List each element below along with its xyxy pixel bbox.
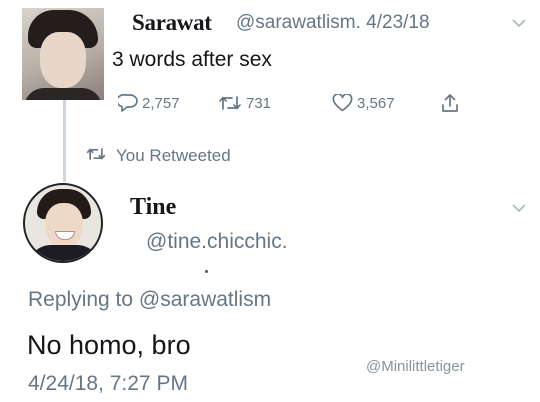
thread-connector-line [63, 100, 66, 182]
tweet1-author-name[interactable]: Sarawat [132, 10, 212, 36]
tweet1-date[interactable]: 4/23/18 [366, 12, 429, 33]
replying-to-line: Replying to @sarawatlism [28, 288, 271, 312]
reply-button[interactable]: 2,757 [118, 92, 180, 114]
replying-prefix: Replying to [28, 288, 134, 311]
retweet-notice-label: You Retweeted [116, 146, 231, 165]
retweet-icon [86, 146, 116, 166]
sarawat-avatar[interactable] [22, 8, 104, 100]
tweet2-handle[interactable]: @tine.chicchic. [146, 230, 288, 254]
retweet-notice: You Retweeted [86, 146, 231, 166]
retweet-count: 731 [246, 94, 272, 112]
like-count: 3,567 [357, 94, 395, 112]
reply-icon [118, 94, 142, 112]
retweet-icon [218, 95, 246, 111]
share-icon [440, 93, 464, 113]
tweet2-text: No homo, bro [27, 330, 191, 360]
tine-avatar[interactable] [23, 183, 103, 263]
tweet2-timestamp[interactable]: 4/24/18, 7:27 PM [28, 372, 188, 396]
tweet2-author-name[interactable]: Tine [130, 194, 176, 221]
reply-count: 2,757 [142, 94, 180, 112]
tweet1-menu-chevron-icon[interactable] [512, 15, 526, 31]
heart-icon [332, 94, 357, 112]
share-button[interactable] [440, 92, 464, 114]
speck-dot [205, 270, 208, 273]
watermark: @Minilittletiger [366, 358, 465, 375]
like-button[interactable]: 3,567 [332, 92, 395, 114]
replying-handle-link[interactable]: @sarawatlism [139, 288, 271, 311]
tweet1-text: 3 words after sex [112, 48, 272, 71]
tweet1-handle-date[interactable]: @sarawatlism. 4/23/18 [236, 12, 430, 34]
retweet-button[interactable]: 731 [218, 92, 271, 114]
tweet2-menu-chevron-icon[interactable] [512, 200, 526, 216]
tweet1-handle[interactable]: @sarawatlism. [236, 12, 361, 33]
